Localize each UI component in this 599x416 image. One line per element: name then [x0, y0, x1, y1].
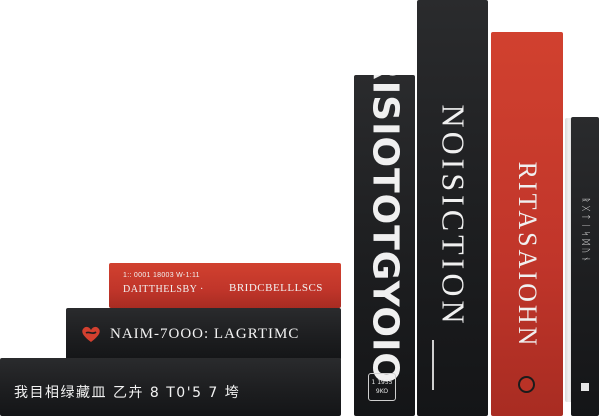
vertical-book-5-mark: [581, 383, 589, 391]
vertical-book-1-badge: 1 1955 9KO: [368, 373, 396, 401]
red-book-top: 1:: 0001 18003 W-1:11 DAITTHELSBY · BRID…: [109, 263, 341, 308]
vertical-book-1: RISIOTOTGYOIO 1 1955 9KO: [354, 75, 415, 416]
bookstack-photo: 1:: 0001 18003 W-1:11 DAITTHELSBY · BRID…: [0, 0, 599, 416]
red-book-top-line2: DAITTHELSBY ·: [123, 284, 204, 295]
vertical-book-5: ᚱᚷᛏᛁᛋᛞᚢᚾ: [571, 117, 599, 416]
vertical-book-2: NOISICTION: [417, 0, 488, 416]
vertical-book-1-title: RISIOTOTGYOIO: [364, 75, 405, 385]
vertical-book-3-title: RITASAIOHN: [513, 161, 542, 349]
vertical-book-2-rule: [432, 340, 434, 390]
heart-emblem-icon: [82, 326, 100, 342]
vertical-book-5-title: ᚱᚷᛏᛁᛋᛞᚢᚾ: [580, 197, 590, 265]
black-book-middle: NAIM-7OOO: LAGRTIMC: [66, 308, 341, 360]
vertical-book-1-badge-line2: 9KO: [375, 388, 389, 395]
vertical-book-1-badge-line1: 1 1955: [371, 379, 393, 386]
black-book-bottom: 我目相绿藏皿 乙卉 8 T0'5 7 垮: [0, 358, 341, 416]
red-book-top-line1: 1:: 0001 18003 W-1:11: [123, 272, 200, 279]
vertical-book-3-ring-icon: [518, 376, 535, 393]
red-book-top-line3: BRIDCBELLLSCS: [229, 282, 323, 294]
black-book-middle-title: NAIM-7OOO: LAGRTIMC: [110, 326, 300, 342]
vertical-book-3: RITASAIOHN: [491, 32, 563, 416]
black-book-bottom-title: 我目相绿藏皿 乙卉 8 T0'5 7 垮: [14, 385, 241, 401]
vertical-book-2-title: NOISICTION: [435, 104, 471, 328]
